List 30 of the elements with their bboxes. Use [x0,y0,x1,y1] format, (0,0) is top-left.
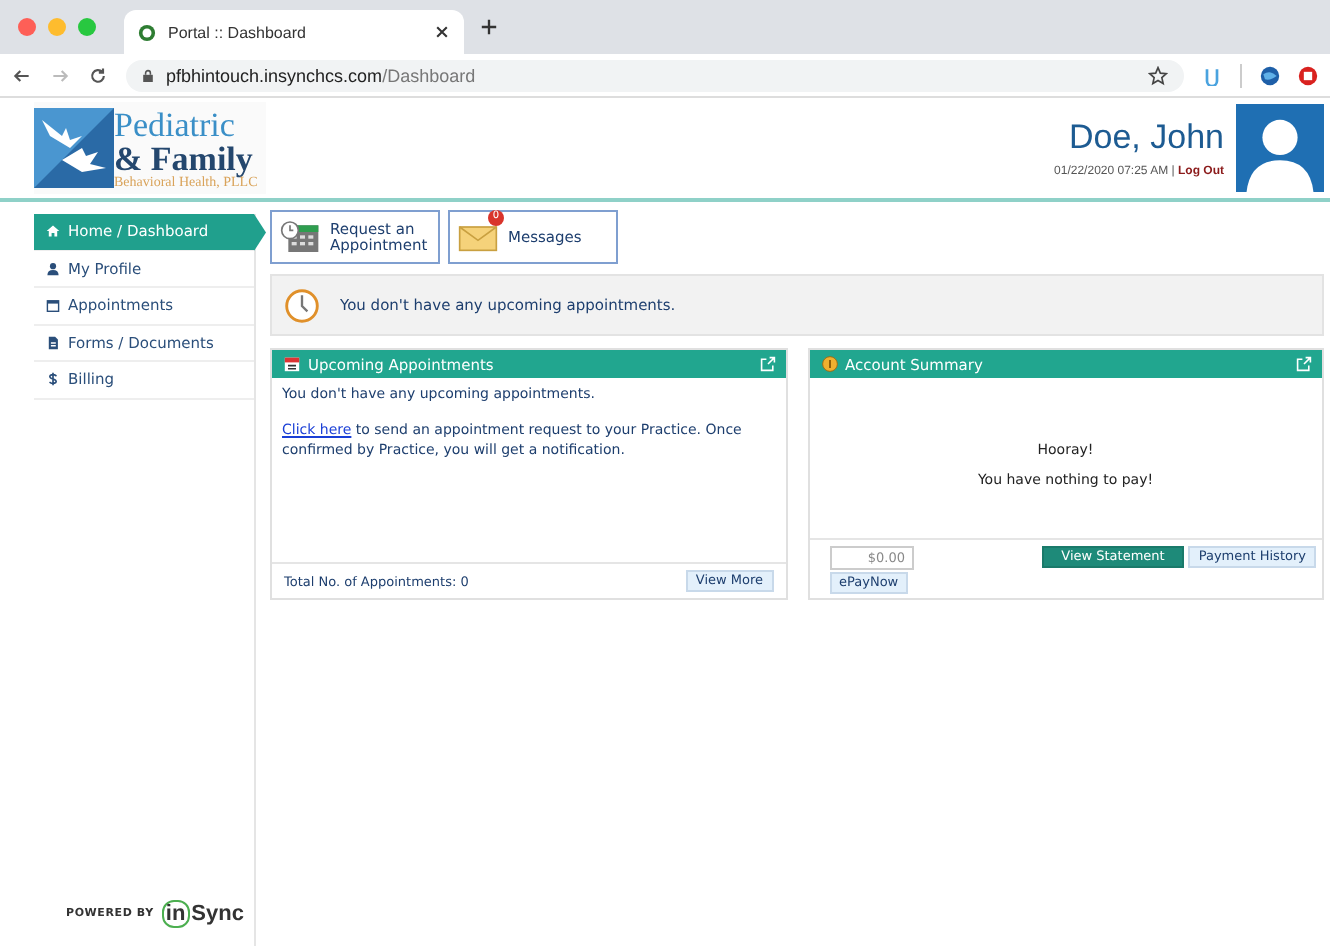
user-icon [46,261,60,276]
reload-icon[interactable] [88,65,108,85]
back-icon[interactable] [12,65,32,85]
insync-logo: in Sync [161,902,244,926]
calendar-icon [46,298,60,313]
external-link-icon[interactable] [759,356,775,372]
calendar-icon [284,356,300,372]
extension-icon[interactable] [1202,65,1222,85]
home-icon [46,224,60,239]
globe-icon[interactable] [1260,65,1280,85]
url-text: pfbhintouch.insynchcs.com/Dashboard [166,65,478,85]
clock-icon [284,287,320,323]
close-icon[interactable] [434,24,450,40]
logo-text: & Family [114,141,253,175]
coin-icon [821,356,837,372]
user-name: Doe, John [1069,118,1224,158]
stop-icon[interactable] [1298,65,1318,85]
dollar-icon [46,372,60,387]
address-bar[interactable]: pfbhintouch.insynchcs.com/Dashboard [126,59,1184,91]
logo-text: Pediatric [114,107,237,141]
avatar-icon[interactable] [1236,104,1324,192]
calendar-clock-icon [280,220,320,254]
site-icon [138,23,156,41]
document-icon [46,335,60,350]
envelope-icon [458,220,498,254]
new-tab-icon[interactable] [480,18,498,36]
external-link-icon[interactable] [1296,356,1312,372]
browser-tab[interactable]: Portal :: Dashboard [124,10,464,54]
lock-icon [142,67,154,83]
bookmark-star-icon[interactable] [1148,65,1168,85]
